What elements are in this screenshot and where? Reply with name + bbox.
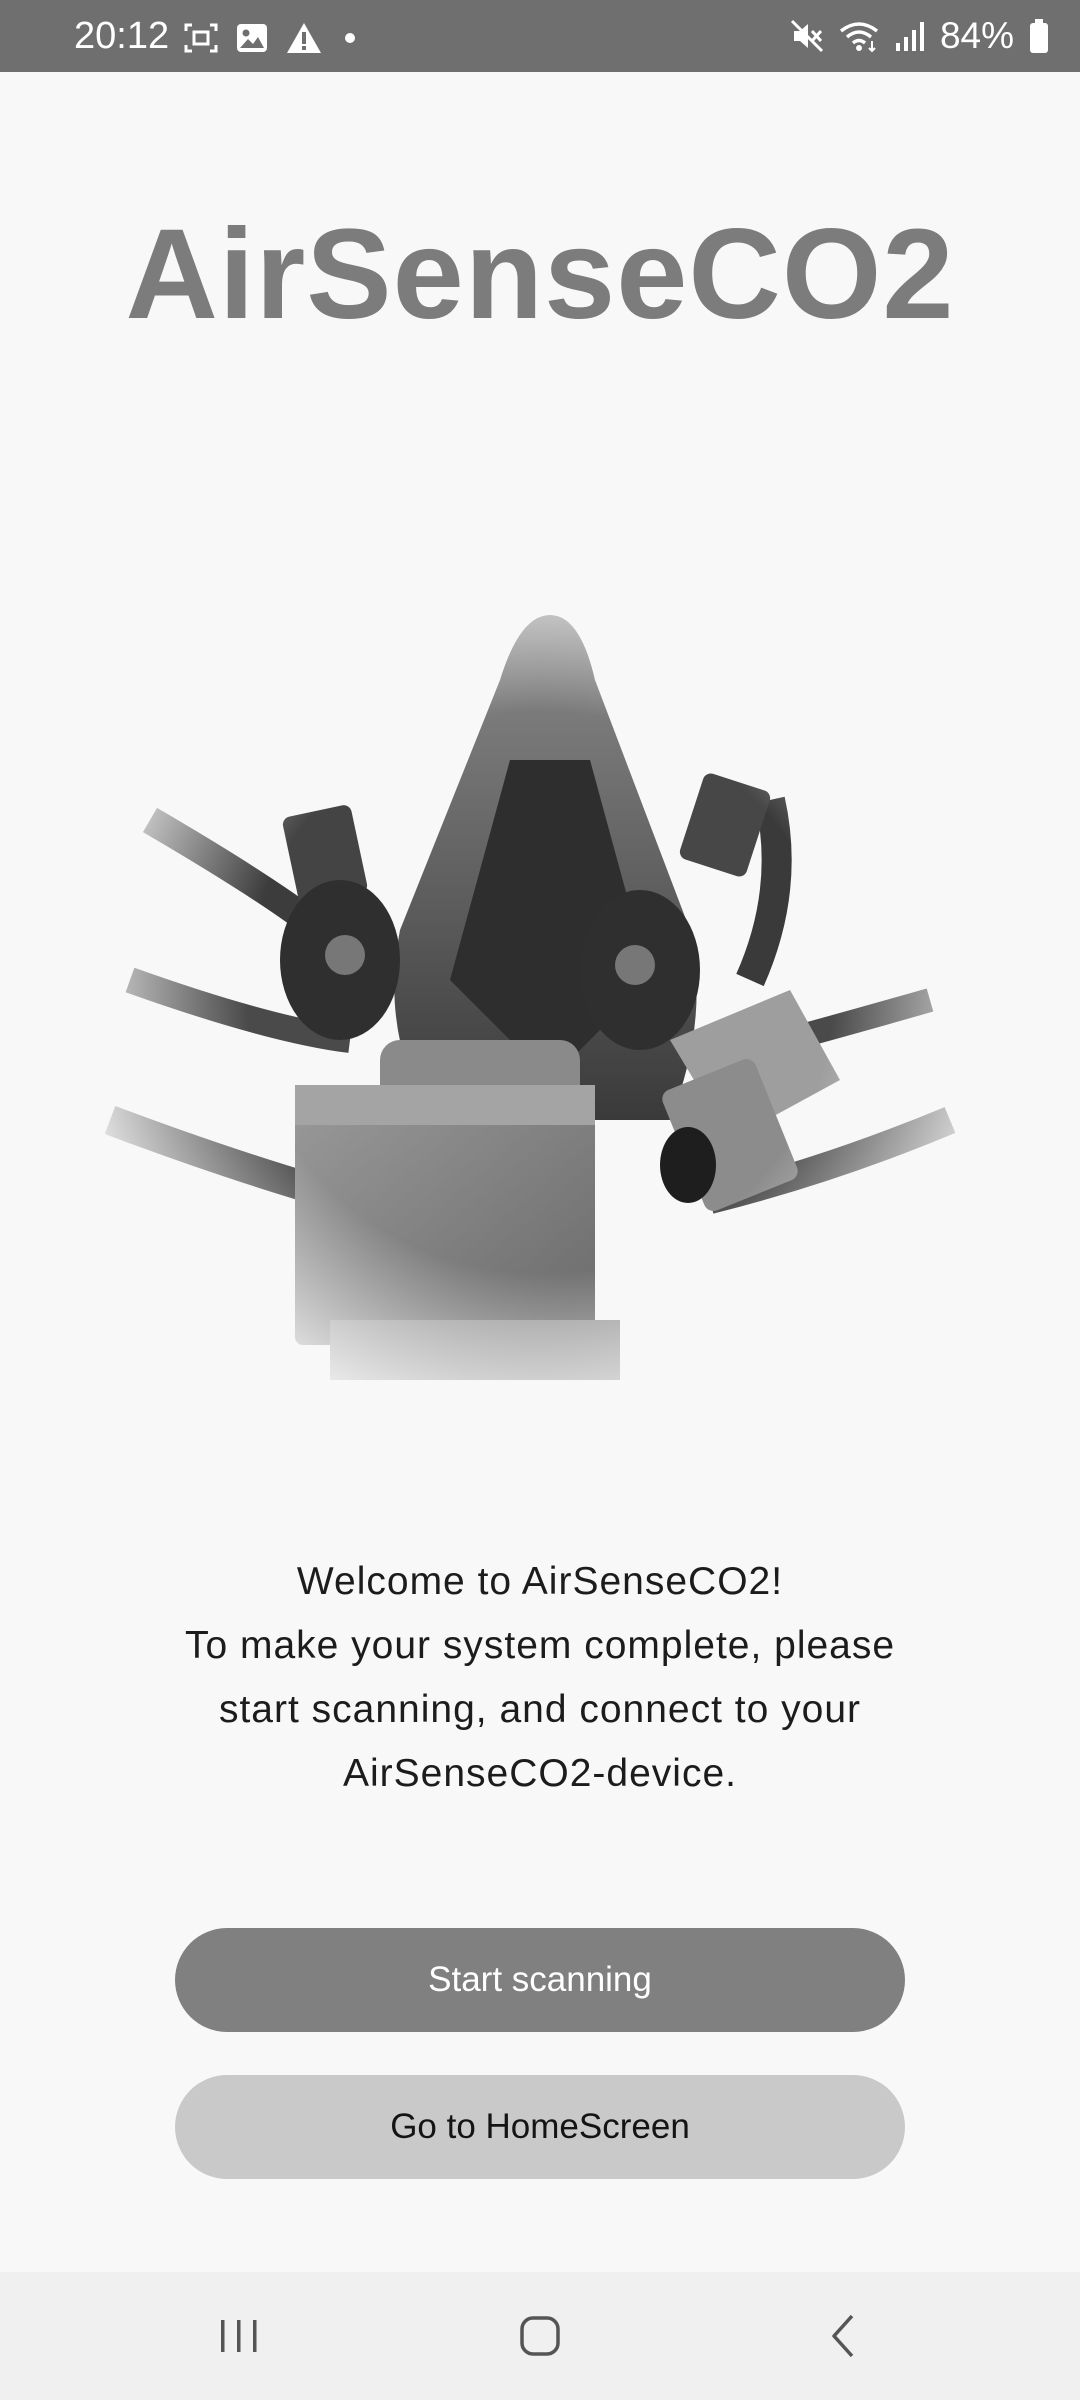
respirator-mask-image bbox=[70, 560, 1010, 1460]
welcome-line: Welcome to AirSenseCO2! bbox=[296, 1560, 784, 1603]
battery-icon bbox=[1028, 18, 1050, 54]
back-icon[interactable] bbox=[812, 2304, 876, 2368]
welcome-line: To make your system complete, please bbox=[184, 1624, 896, 1667]
mute-icon bbox=[790, 19, 824, 53]
status-right: 84% bbox=[790, 14, 1050, 58]
welcome-line: start scanning, and connect to your bbox=[218, 1688, 862, 1731]
recents-icon[interactable] bbox=[207, 2304, 271, 2368]
screen: 20:12 84% AirSenseCO2 Welcome to AirSens… bbox=[0, 0, 1080, 2400]
warning-icon bbox=[286, 22, 322, 54]
status-time: 20:12 bbox=[74, 15, 170, 57]
status-left-icons bbox=[184, 22, 360, 54]
screenshot-icon bbox=[184, 23, 218, 53]
gallery-icon bbox=[236, 23, 268, 53]
wifi-icon bbox=[838, 19, 880, 53]
battery-percent: 84% bbox=[939, 15, 1014, 56]
dot-icon bbox=[340, 23, 360, 53]
signal-icon bbox=[894, 19, 926, 53]
app-title: AirSenseCO2 bbox=[125, 203, 955, 346]
start-scanning-button[interactable]: Start scanning bbox=[175, 1928, 905, 2032]
go-to-homescreen-button[interactable]: Go to HomeScreen bbox=[175, 2075, 905, 2179]
welcome-line: AirSenseCO2-device. bbox=[343, 1752, 737, 1795]
home-icon[interactable] bbox=[508, 2304, 572, 2368]
navigation-bar bbox=[0, 2272, 1080, 2400]
welcome-text: Welcome to AirSenseCO2! To make your sys… bbox=[90, 1550, 990, 1806]
status-bar: 20:12 84% bbox=[0, 0, 1080, 72]
